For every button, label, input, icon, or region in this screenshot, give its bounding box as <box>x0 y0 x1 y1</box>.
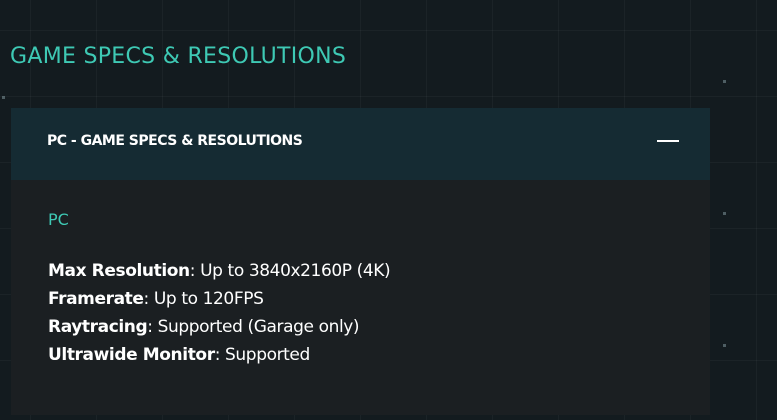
minus-icon[interactable] <box>657 134 679 148</box>
spec-row-framerate: Framerate: Up to 120FPS <box>48 289 264 309</box>
spec-name: Framerate <box>48 289 144 309</box>
spec-row-max-resolution: Max Resolution: Up to 3840x2160P (4K) <box>48 261 391 281</box>
spec-name: Max Resolution <box>48 261 190 281</box>
spec-value: Supported (Garage only) <box>157 317 360 337</box>
grid-marker <box>723 212 726 215</box>
spec-row-ultrawide-monitor: Ultrawide Monitor: Supported <box>48 345 310 365</box>
page-title: GAME SPECS & RESOLUTIONS <box>10 44 347 69</box>
spec-name: Raytracing <box>48 317 148 337</box>
pc-specs-accordion: PC - GAME SPECS & RESOLUTIONS PC Max Res… <box>11 108 710 415</box>
grid-marker <box>723 344 726 347</box>
spec-value: Up to 120FPS <box>153 289 264 309</box>
pc-specs-accordion-header[interactable]: PC - GAME SPECS & RESOLUTIONS <box>11 108 710 180</box>
grid-marker <box>723 80 726 83</box>
spec-name: Ultrawide Monitor <box>48 345 215 365</box>
spec-value: Up to 3840x2160P (4K) <box>200 261 391 281</box>
accordion-title: PC - GAME SPECS & RESOLUTIONS <box>47 133 303 149</box>
spec-list: Max Resolution: Up to 3840x2160P (4K) Fr… <box>48 257 391 369</box>
spec-row-raytracing: Raytracing: Supported (Garage only) <box>48 317 360 337</box>
grid-marker <box>2 96 5 99</box>
spec-value: Supported <box>225 345 310 365</box>
platform-label: PC <box>48 210 69 229</box>
